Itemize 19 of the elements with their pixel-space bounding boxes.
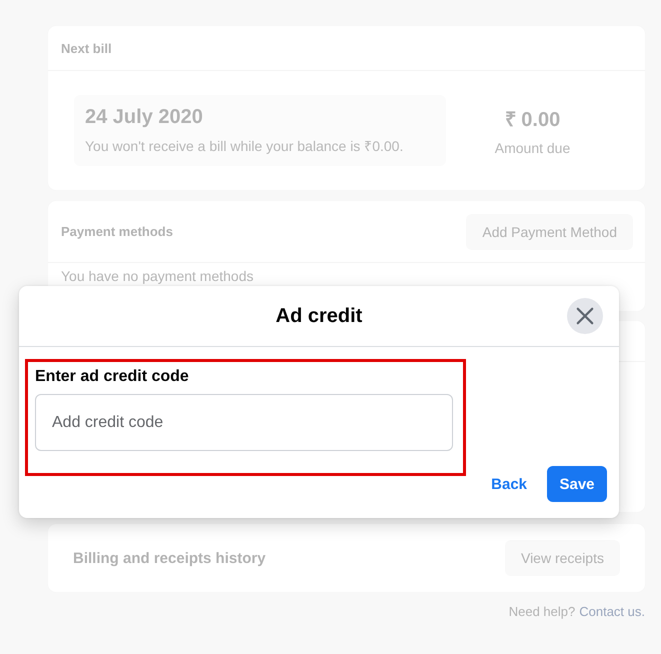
empty-message: You have no payment methods xyxy=(61,268,254,284)
save-button[interactable]: Save xyxy=(547,466,607,502)
view-receipts-button[interactable]: View receipts xyxy=(504,540,620,576)
field-label: Enter ad credit code xyxy=(35,367,189,387)
add-payment-method-button[interactable]: Add Payment Method xyxy=(466,214,633,250)
contact-link[interactable]: Contact us. xyxy=(579,604,645,619)
card-title: Next bill xyxy=(61,40,112,56)
dialog-title: Ad credit xyxy=(276,304,362,328)
amount-label: Amount due xyxy=(494,140,570,156)
help-text: Need help? xyxy=(508,604,576,619)
back-button[interactable]: Back xyxy=(483,466,535,502)
close-icon xyxy=(576,307,594,325)
bill-date: 24 July 2020 xyxy=(85,106,204,129)
card-title: Billing and receipts history xyxy=(73,550,266,566)
card-title: Payment methods xyxy=(61,224,173,239)
close-button[interactable] xyxy=(567,298,603,334)
amount-value: ₹ 0.00 xyxy=(504,108,560,132)
bill-note: You won't receive a bill while your balance is ₹0.00. xyxy=(85,137,404,155)
code-input-field[interactable]: Add credit code xyxy=(35,394,453,451)
